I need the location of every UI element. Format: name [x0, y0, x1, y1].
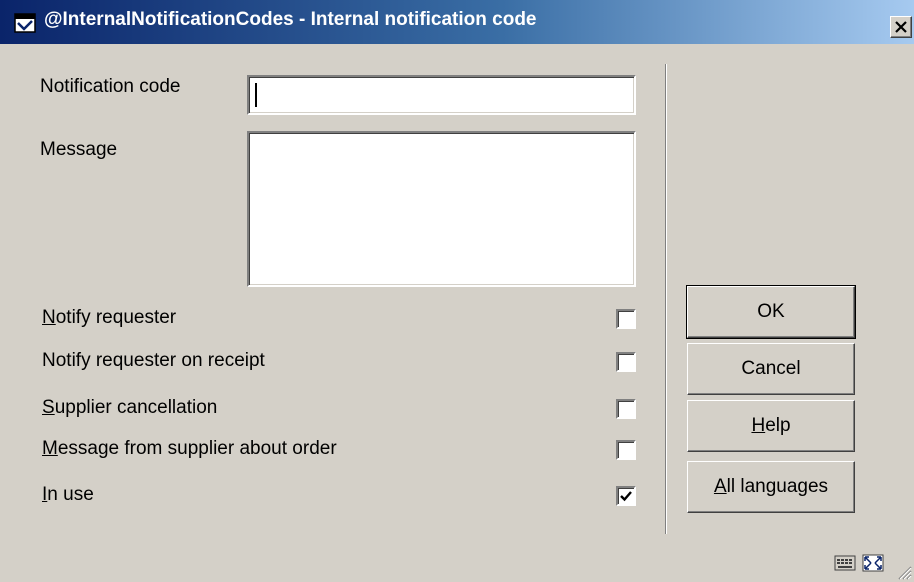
notification-code-input[interactable]	[247, 75, 636, 115]
option-text: n use	[47, 484, 94, 505]
option-text: essage from supplier about order	[57, 438, 337, 459]
help-button[interactable]: Help	[687, 400, 855, 452]
option-label: Notify requester	[42, 307, 176, 329]
option-checkbox[interactable]	[616, 352, 636, 372]
window-title: @InternalNotificationCodes - Internal no…	[44, 9, 537, 30]
all-languages-accel: A	[713, 476, 727, 497]
option-checkbox[interactable]	[616, 309, 636, 329]
close-button[interactable]	[890, 16, 912, 38]
window-icon	[14, 13, 36, 33]
message-label: Message	[40, 139, 118, 160]
text-caret	[255, 83, 257, 107]
cancel-label: Cancel	[741, 358, 801, 379]
option-accel: S	[42, 397, 55, 418]
notification-code-label: Notification code	[40, 76, 181, 97]
option-checkbox[interactable]	[616, 486, 636, 506]
option-text: Notify requester on receipt	[42, 350, 265, 371]
option-accel: M	[42, 438, 58, 459]
all-languages-button[interactable]: All languages	[687, 461, 855, 513]
help-accel: H	[751, 415, 766, 436]
option-label: Notify requester on receipt	[42, 350, 265, 372]
option-text: upplier cancellation	[54, 397, 218, 418]
option-label: Supplier cancellation	[42, 397, 217, 419]
option-checkbox[interactable]	[616, 399, 636, 419]
vertical-divider	[665, 64, 667, 534]
ok-button[interactable]: OK	[686, 285, 856, 339]
close-icon	[895, 21, 907, 33]
size-grip-icon[interactable]	[896, 564, 912, 580]
resize-arrows-icon[interactable]	[862, 554, 884, 572]
option-label: Message from supplier about order	[42, 438, 337, 460]
keyboard-icon[interactable]	[834, 554, 856, 572]
cancel-button[interactable]: Cancel	[687, 343, 855, 395]
message-textarea[interactable]	[247, 131, 636, 287]
check-icon	[620, 491, 632, 502]
ok-label: OK	[757, 301, 785, 322]
status-area	[834, 554, 884, 572]
all-languages-label: ll languages	[726, 476, 829, 497]
option-accel: N	[42, 307, 56, 328]
option-text: otify requester	[55, 307, 177, 328]
option-label: In use	[42, 484, 94, 506]
help-label: elp	[765, 415, 791, 436]
option-checkbox[interactable]	[616, 440, 636, 460]
title-bar: @InternalNotificationCodes - Internal no…	[0, 0, 914, 44]
